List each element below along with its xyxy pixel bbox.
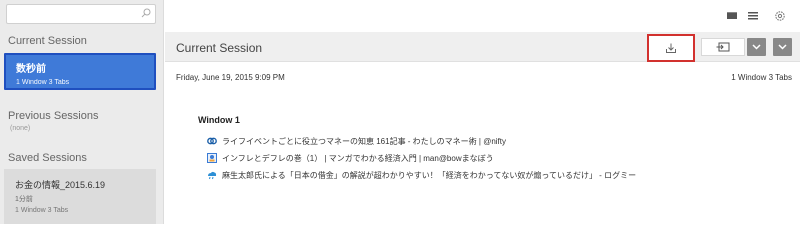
page-title: Current Session xyxy=(176,41,263,55)
nifty-favicon xyxy=(207,136,217,146)
current-session-heading: Current Session xyxy=(8,35,87,47)
chevron-down-icon xyxy=(778,44,787,50)
settings-gear-icon[interactable] xyxy=(772,8,788,24)
export-button[interactable] xyxy=(647,34,695,62)
tab-item[interactable]: ライフイベントごとに役立つマネーの知恵 161記事 - わたしのマネー術 | @… xyxy=(207,135,506,147)
view-list-lines-icon[interactable] xyxy=(745,8,761,24)
search-icon xyxy=(141,8,151,18)
tab-title: インフレとデフレの巻（1） | マンガでわかる経済入門 | man@bowまなぼ… xyxy=(222,153,494,163)
window-title: Window 1 xyxy=(198,115,240,125)
session-date: Friday, June 19, 2015 9:09 PM xyxy=(176,73,285,82)
previous-sessions-empty: (none) xyxy=(10,125,31,132)
sidebar: Current Session 数秒前 1 Window 3 Tabs Prev… xyxy=(0,0,164,224)
saved-sessions-heading: Saved Sessions xyxy=(8,152,87,164)
session-header: Current Session xyxy=(165,32,800,62)
open-dropdown-button[interactable] xyxy=(747,38,766,56)
saved-session-meta: 1 Window 3 Tabs xyxy=(15,207,69,214)
session-name: 数秒前 xyxy=(16,64,46,75)
tab-item[interactable]: インフレとデフレの巻（1） | マンガでわかる経済入門 | man@bowまなぼ… xyxy=(207,152,494,164)
manabow-favicon xyxy=(207,153,217,163)
search-input[interactable] xyxy=(6,4,156,24)
previous-sessions-heading: Previous Sessions xyxy=(8,110,99,122)
tab-title: ライフイベントごとに役立つマネーの知恵 161記事 - わたしのマネー術 | @… xyxy=(222,136,506,146)
more-dropdown-button[interactable] xyxy=(773,38,792,56)
session-meta: 1 Window 3 Tabs xyxy=(16,79,70,86)
tab-title: 麻生太郎氏による「日本の借金」の解説が超わかりやすい！「経済をわかってない奴が煽… xyxy=(222,170,637,180)
saved-session-time: 1分前 xyxy=(15,196,33,203)
open-window-icon xyxy=(716,42,730,51)
saved-session-name: お金の情報_2015.6.19 xyxy=(15,180,106,190)
saved-session-item[interactable]: お金の情報_2015.6.19 1分前 1 Window 3 Tabs xyxy=(4,169,156,224)
logmi-favicon xyxy=(207,170,217,180)
export-icon xyxy=(666,43,676,53)
current-session-item[interactable]: 数秒前 1 Window 3 Tabs xyxy=(4,53,156,90)
chevron-down-icon xyxy=(752,44,761,50)
session-counts: 1 Window 3 Tabs xyxy=(731,73,792,82)
open-window-button[interactable] xyxy=(701,38,745,56)
view-list-solid-icon[interactable] xyxy=(724,8,740,24)
tab-item[interactable]: 麻生太郎氏による「日本の借金」の解説が超わかりやすい！「経済をわかってない奴が煽… xyxy=(207,169,636,181)
